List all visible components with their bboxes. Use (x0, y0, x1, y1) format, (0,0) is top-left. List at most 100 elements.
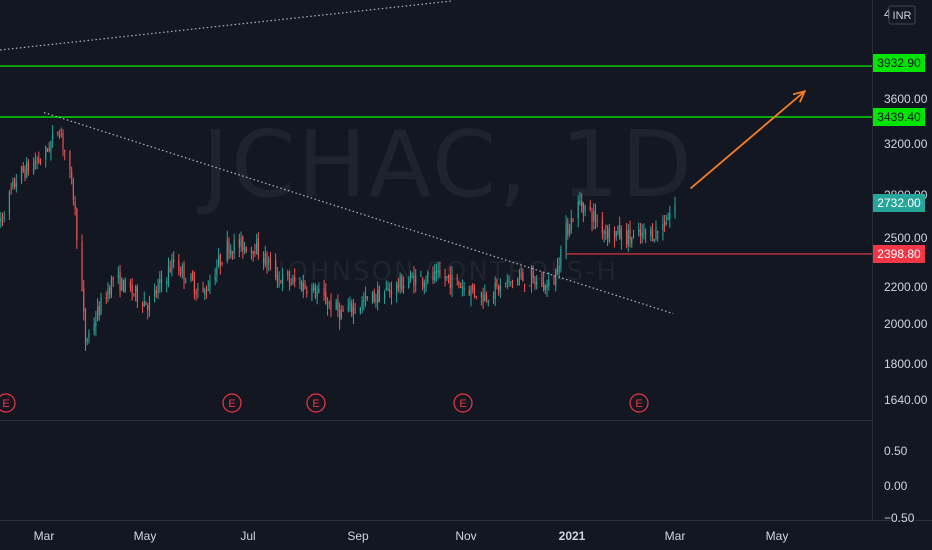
candle-body (617, 226, 619, 234)
candle-body (613, 230, 616, 238)
candle-body (449, 275, 451, 289)
candle-body (451, 274, 453, 288)
candle (570, 209, 572, 234)
candle (195, 288, 197, 301)
candle (567, 217, 569, 240)
candle (359, 306, 361, 315)
candle-body (423, 283, 425, 288)
candle (207, 280, 209, 292)
candle-body (10, 188, 12, 190)
candle (411, 272, 413, 279)
candle (62, 129, 64, 157)
candle (631, 236, 633, 248)
candle (276, 266, 278, 289)
candle (435, 263, 438, 282)
candle-body (581, 200, 583, 207)
candle (83, 280, 85, 321)
candle (409, 270, 412, 283)
candle-body (145, 301, 147, 306)
candle-body (432, 271, 434, 280)
candle (143, 291, 145, 307)
candle-body (98, 305, 100, 316)
candle (204, 287, 206, 301)
candle-body (460, 286, 462, 288)
candle-body (323, 288, 325, 296)
candle (3, 211, 5, 223)
candle-body (256, 241, 258, 255)
candle (221, 261, 223, 267)
candle-body (396, 282, 398, 294)
candle (181, 262, 183, 279)
candle-body (159, 279, 161, 284)
candle-body (147, 305, 149, 311)
candle (667, 212, 669, 221)
candle-body (402, 285, 405, 289)
candle-body (645, 232, 647, 235)
candle (458, 280, 460, 289)
candle-body (173, 259, 175, 263)
earnings-marker[interactable]: E (306, 393, 326, 413)
candle (613, 226, 616, 248)
candle (496, 278, 498, 290)
candle (568, 224, 571, 237)
candle-body (281, 273, 284, 283)
candle (480, 291, 482, 306)
earnings-marker[interactable]: E (222, 393, 242, 413)
candle (292, 274, 294, 285)
candle-body (409, 274, 412, 281)
currency-badge[interactable]: INR (888, 5, 916, 25)
candle-body (608, 227, 610, 242)
candle-body (34, 160, 36, 164)
candle (167, 257, 170, 288)
price-chart[interactable]: JCHAC, 1D JOHNSON CONTROLS-H EEEEE 4 360… (0, 0, 932, 550)
candle (155, 286, 157, 299)
candle-body (287, 271, 289, 276)
candle (371, 291, 374, 304)
candle (460, 282, 462, 289)
candle-body (596, 220, 598, 222)
candle-body (84, 309, 87, 344)
candle-body (572, 220, 574, 222)
candle (499, 278, 501, 298)
candle-body (620, 229, 623, 240)
candle-body (456, 277, 458, 279)
candle (555, 268, 557, 292)
earnings-marker[interactable]: E (453, 393, 473, 413)
candle-body (245, 247, 247, 253)
candle (650, 226, 652, 242)
candle (46, 147, 49, 153)
candle (12, 177, 14, 190)
candle (451, 266, 453, 298)
candle-body (532, 270, 534, 278)
candle (643, 223, 645, 240)
y-tick: 3200.00 (884, 137, 928, 151)
candle-body (427, 272, 429, 282)
candle-body (33, 163, 35, 173)
candle-body (603, 230, 605, 235)
candle (468, 285, 470, 296)
candle-body (347, 307, 349, 310)
candle (233, 233, 235, 259)
candle-body (228, 241, 230, 254)
earnings-marker[interactable]: E (0, 393, 16, 413)
candle-body (195, 291, 197, 294)
candle-body (243, 247, 246, 251)
candle-body (446, 276, 448, 279)
candle-body (506, 281, 508, 283)
candle (544, 284, 546, 295)
candle-body (377, 290, 379, 303)
candle-body (269, 259, 272, 262)
candle (397, 278, 399, 293)
candle-body (482, 294, 484, 303)
candle-body (183, 263, 185, 280)
candle-body (105, 297, 107, 300)
candle-body (518, 276, 521, 278)
candle-body (133, 293, 135, 295)
candle (147, 303, 149, 320)
earnings-marker[interactable]: E (629, 393, 649, 413)
candle (22, 162, 24, 174)
candle (475, 295, 477, 300)
candle-body (366, 296, 368, 299)
candle (14, 177, 16, 190)
y-tick: 3600.00 (884, 92, 928, 106)
